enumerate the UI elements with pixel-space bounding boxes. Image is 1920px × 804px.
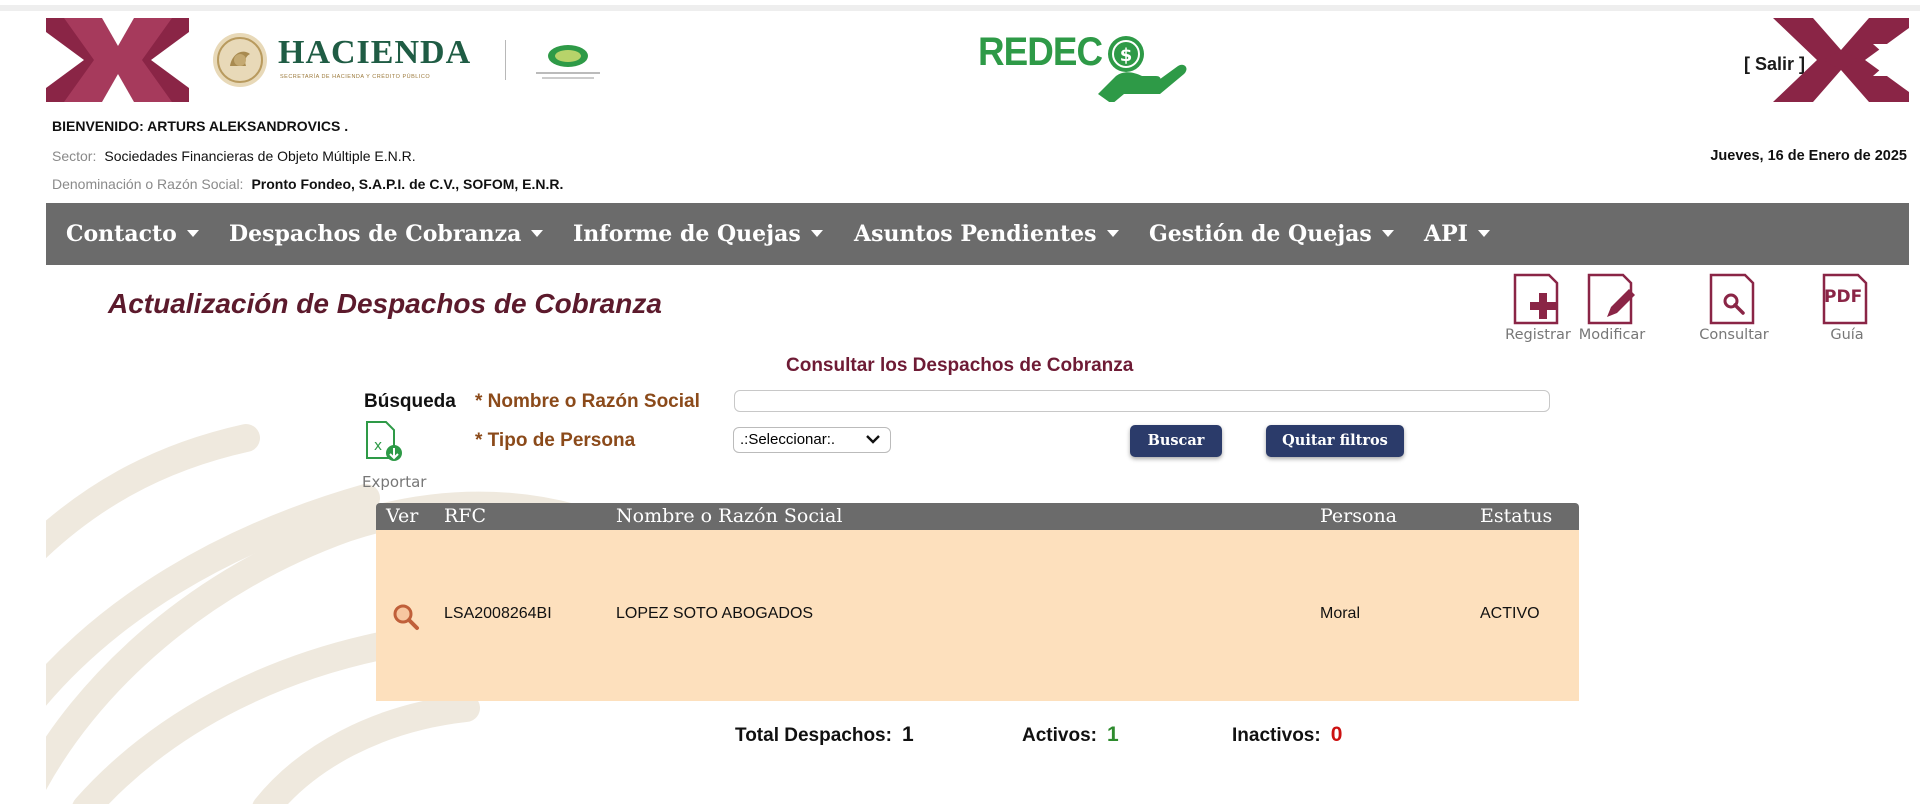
nav-asuntos-pendientes[interactable]: Asuntos Pendientes [854, 203, 1119, 265]
caret-down-icon [186, 229, 199, 237]
nav-api-label: API [1424, 221, 1468, 247]
nav-contacto-label: Contacto [66, 221, 177, 247]
busqueda-label: Búsqueda [364, 391, 456, 412]
magnifier-icon[interactable] [391, 602, 421, 632]
total-value: 1 [901, 723, 914, 746]
table-row: LSA2008264BI LOPEZ SOTO ABOGADOS Moral A… [376, 530, 1579, 701]
total-despachos: Total Despachos: 1 [735, 723, 914, 747]
coin-hand-icon: $ [1098, 36, 1187, 102]
razon-social-label: Denominación o Razón Social: [52, 176, 244, 192]
svg-text:$: $ [1120, 45, 1133, 66]
chevron-down-icon [866, 435, 880, 444]
col-nombre: Nombre o Razón Social [616, 505, 843, 527]
nav-gestion-label: Gestión de Quejas [1149, 221, 1372, 247]
razon-social-line: Denominación o Razón Social: Pronto Fonde… [52, 176, 563, 192]
row-estatus: ACTIVO [1480, 605, 1540, 622]
page-container: HACIENDA SECRETARÍA DE HACIENDA Y CRÉDIT… [46, 18, 1909, 804]
search-document-icon [1709, 273, 1755, 325]
svg-text:x: x [374, 438, 382, 454]
edit-document-icon [1587, 273, 1635, 325]
row-nombre: LOPEZ SOTO ABOGADOS [616, 605, 814, 622]
col-persona: Persona [1320, 505, 1398, 527]
add-document-icon [1513, 273, 1559, 325]
section-subtitle: Consultar los Despachos de Cobranza [786, 355, 1134, 376]
guia-label: Guía [1830, 327, 1864, 343]
nav-api[interactable]: API [1424, 203, 1490, 265]
tipo-persona-selected: .:Seleccionar:. [740, 431, 836, 448]
sector-value: Sociedades Financieras de Objeto Múltipl… [104, 148, 416, 164]
excel-export-icon[interactable]: x [364, 420, 404, 466]
col-ver: Ver [386, 505, 419, 527]
logo-divider [505, 40, 506, 80]
nav-informe-label: Informe de Quejas [573, 221, 801, 247]
col-rfc: RFC [444, 505, 487, 527]
header: HACIENDA SECRETARÍA DE HACIENDA Y CRÉDIT… [46, 18, 1909, 102]
top-border [0, 5, 1920, 11]
tipo-persona-select[interactable]: .:Seleccionar:. [733, 427, 891, 453]
nav-asuntos-label: Asuntos Pendientes [854, 221, 1097, 247]
razon-social-value: Pronto Fondeo, S.A.P.I. de C.V., SOFOM, … [251, 176, 564, 192]
exportar-label: Exportar [362, 473, 427, 491]
mexico-seal-icon [213, 33, 267, 87]
consultar-label: Consultar [1699, 327, 1769, 343]
redeco-logo-text: REDEC [978, 30, 1103, 74]
activos-label: Activos: [1022, 725, 1097, 746]
modificar-button[interactable]: Modificar [1574, 273, 1650, 343]
nav-informe-de-quejas[interactable]: Informe de Quejas [573, 203, 823, 265]
caret-down-icon [810, 229, 823, 237]
inactivos-total: Inactivos: 0 [1232, 723, 1342, 747]
brand-x-left-icon [46, 18, 189, 102]
caret-down-icon [1477, 229, 1490, 237]
main-navbar: Contacto Despachos de Cobranza Informe d… [46, 203, 1909, 265]
col-estatus: Estatus [1480, 505, 1553, 527]
activos-value: 1 [1106, 723, 1119, 746]
hacienda-logo-subtitle: SECRETARÍA DE HACIENDA Y CRÉDITO PÚBLICO [280, 74, 431, 80]
caret-down-icon [531, 229, 544, 237]
nombre-input[interactable] [734, 390, 1550, 412]
nav-gestion-de-quejas[interactable]: Gestión de Quejas [1149, 203, 1394, 265]
page-title: Actualización de Despachos de Cobranza [108, 288, 662, 319]
brand-x-right-icon [1773, 18, 1909, 102]
sector-label: Sector: [52, 148, 97, 164]
inactivos-value: 0 [1330, 723, 1343, 746]
pdf-icon-text: PDF [1824, 287, 1863, 307]
sector-line: Sector: Sociedades Financieras de Objeto … [52, 148, 416, 164]
caret-down-icon [1106, 229, 1119, 237]
row-rfc: LSA2008264BI [444, 605, 552, 622]
condusef-logo-icon [536, 45, 600, 79]
redeco-logo: REDEC $ [978, 26, 1198, 104]
total-label: Total Despachos: [735, 725, 892, 746]
modificar-label: Modificar [1578, 327, 1646, 343]
welcome-text: BIENVENIDO: ARTURS ALEKSANDROVICS . [52, 118, 349, 134]
activos-total: Activos: 1 [1022, 723, 1119, 747]
nav-despachos-label: Despachos de Cobranza [229, 221, 522, 247]
registrar-button[interactable]: Registrar [1500, 273, 1576, 343]
consultar-button[interactable]: Consultar [1696, 273, 1772, 343]
hacienda-logo-text: HACIENDA [278, 34, 472, 71]
registrar-label: Registrar [1505, 327, 1571, 343]
row-persona: Moral [1320, 605, 1361, 622]
despachos-table: Ver RFC Nombre o Razón Social Persona Es… [376, 503, 1579, 701]
guia-button[interactable]: PDF Guía [1809, 273, 1885, 343]
current-date: Jueves, 16 de Enero de 2025 [1710, 148, 1907, 164]
inactivos-label: Inactivos: [1232, 725, 1321, 746]
nav-despachos-de-cobranza[interactable]: Despachos de Cobranza [229, 203, 544, 265]
buscar-button[interactable]: Buscar [1130, 425, 1222, 457]
tipo-persona-label: * Tipo de Persona [475, 430, 636, 451]
table-header: Ver RFC Nombre o Razón Social Persona Es… [376, 503, 1579, 530]
caret-down-icon [1381, 229, 1394, 237]
nombre-label: * Nombre o Razón Social [475, 391, 700, 412]
nav-contacto[interactable]: Contacto [66, 203, 199, 265]
quitar-filtros-button[interactable]: Quitar filtros [1266, 425, 1404, 457]
